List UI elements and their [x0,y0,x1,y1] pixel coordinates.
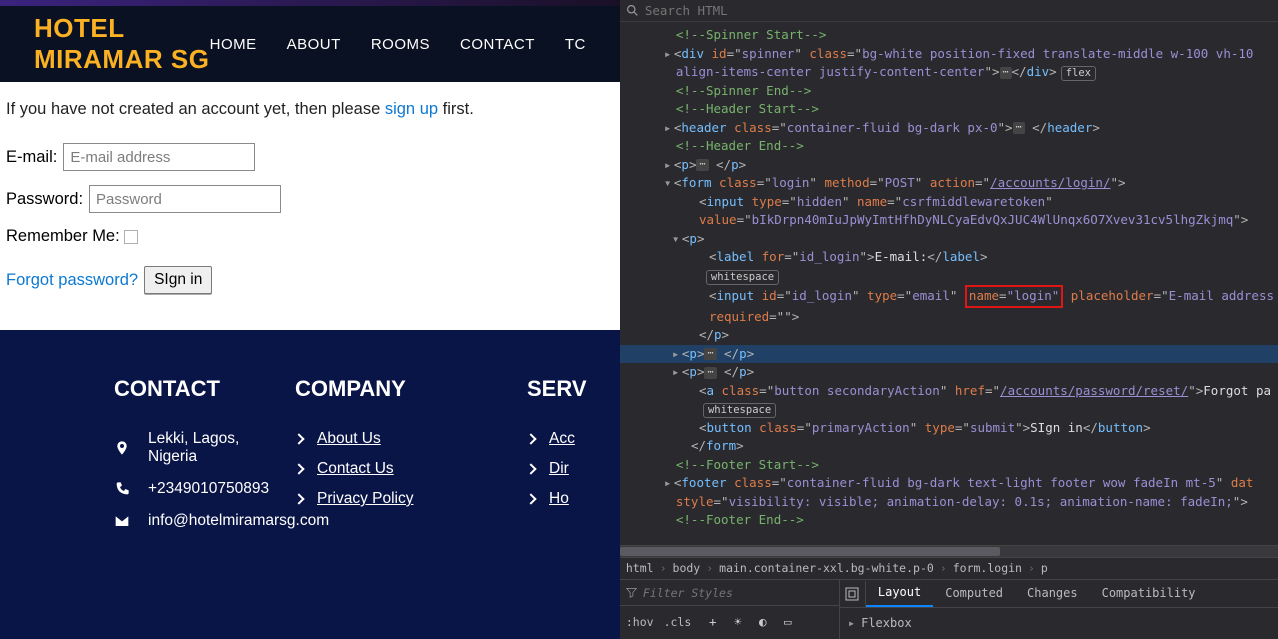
horizontal-scrollbar[interactable] [620,545,1278,557]
chevron-right-icon [525,433,536,444]
devtools-panel: <!--Spinner Start--> ▸<div id="spinner" … [620,0,1278,639]
dom-tree[interactable]: <!--Spinner Start--> ▸<div id="spinner" … [620,22,1278,545]
devtools-search-input[interactable] [645,3,1272,18]
footer-link-service[interactable]: Ho [527,490,600,508]
signup-link[interactable]: sign up [385,100,438,118]
remember-checkbox[interactable] [124,230,138,244]
breadcrumb[interactable]: html› body› main.container-xxl.bg-white.… [620,557,1278,579]
hov-toggle[interactable]: :hov [626,613,654,632]
site-footer: CONTACT Lekki, Lagos, Nigeria +234901075… [0,330,620,639]
footer-phone: +2349010750893 [148,480,269,498]
footer-link-privacy[interactable]: Privacy Policy [295,490,507,508]
footer-link-about[interactable]: About Us [295,430,507,448]
nav-about[interactable]: ABOUT [287,36,341,53]
chevron-right-icon [525,493,536,504]
filter-icon [626,587,637,598]
tab-layout[interactable]: Layout [866,580,933,607]
filter-styles-input[interactable] [643,586,833,600]
chevron-right-icon [293,493,304,504]
plus-icon[interactable]: + [705,615,720,630]
site-logo[interactable]: HOTEL MIRAMAR SG [34,13,210,75]
forgot-password-link[interactable]: Forgot password? [6,271,138,290]
search-icon [626,4,639,17]
contrast-icon[interactable]: ◐ [755,615,770,630]
remember-label: Remember Me: [6,227,120,246]
footer-address: Lekki, Lagos, Nigeria [148,430,275,466]
cls-toggle[interactable]: .cls [664,613,692,632]
box-model-icon[interactable] [840,581,866,607]
main-nav: HOME ABOUT ROOMS CONTACT TC [210,36,586,53]
print-icon[interactable]: ▭ [780,615,795,630]
chevron-right-icon[interactable]: ▸ [848,614,855,633]
nav-tc[interactable]: TC [565,36,586,53]
signup-intro: If you have not created an account yet, … [6,100,616,119]
nav-rooms[interactable]: ROOMS [371,36,430,53]
footer-link-service[interactable]: Dir [527,460,600,478]
nav-home[interactable]: HOME [210,36,257,53]
tab-changes[interactable]: Changes [1015,580,1090,607]
nav-contact[interactable]: CONTACT [460,36,535,53]
site-header: HOTEL MIRAMAR SG HOME ABOUT ROOMS CONTAC… [0,6,620,82]
light-icon[interactable]: ☀ [730,615,745,630]
mail-icon [114,513,130,529]
footer-link-contact[interactable]: Contact Us [295,460,507,478]
email-label: E-mail: [6,148,57,167]
password-field[interactable] [89,185,281,213]
signin-button[interactable]: SIgn in [144,266,212,294]
chevron-right-icon [293,463,304,474]
chevron-right-icon [293,433,304,444]
tab-computed[interactable]: Computed [933,580,1015,607]
tab-compatibility[interactable]: Compatibility [1090,580,1208,607]
footer-company-title: COMPANY [295,376,507,402]
email-field[interactable] [63,143,255,171]
chevron-right-icon [525,463,536,474]
flexbox-section[interactable]: Flexbox [861,614,912,633]
footer-contact-title: CONTACT [114,376,275,402]
phone-icon [114,481,130,497]
footer-link-service[interactable]: Acc [527,430,600,448]
footer-services-title: SERV [527,376,600,402]
pin-icon [114,440,130,456]
devtools-search [620,0,1278,22]
password-label: Password: [6,190,83,209]
